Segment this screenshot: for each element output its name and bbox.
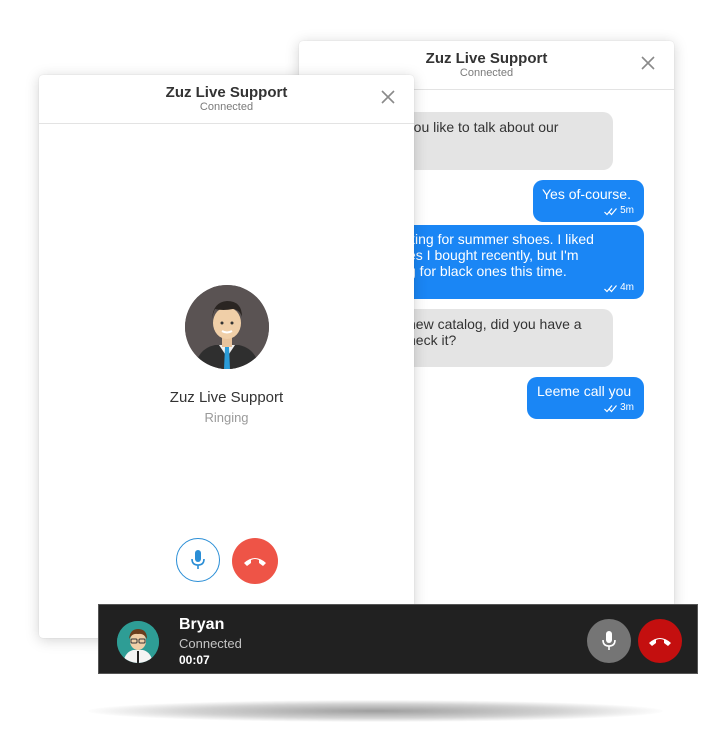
end-call-button[interactable] [232,538,278,584]
message-text: Yes of-course. [542,186,631,202]
microphone-icon [602,631,616,650]
message-text: new catalog, did you have a heck it? [408,316,582,348]
message-line: heck it? [408,332,457,348]
call-title: Zuz Live Support [165,84,288,101]
mute-button[interactable] [176,538,220,582]
caller-avatar [185,285,269,369]
agent-avatar-icon [185,285,269,369]
double-check-icon [604,284,618,292]
message-line: g for black ones this time. [408,263,567,279]
call-status: Connected [199,101,254,113]
message-text: d you like to talk about our [395,119,559,135]
close-icon[interactable] [640,55,656,71]
message-meta: 3m [604,400,634,416]
double-check-icon [604,207,618,215]
close-icon[interactable] [380,89,396,105]
message-meta: 5m [604,203,634,219]
call-header: Zuz Live Support Connected [39,75,414,124]
call-status: Connected [179,636,242,651]
caller-name: Bryan [179,616,225,633]
caller-name: Zuz Live Support [169,389,284,406]
phone-hangup-icon [244,558,266,566]
caller-status: Ringing [204,410,249,425]
message-time: 4m [620,282,634,293]
double-check-icon [604,404,618,412]
message-line: es I bought recently, but I'm [408,247,579,263]
microphone-icon [191,550,205,569]
active-call-bar: Bryan Connected 00:07 [98,604,698,674]
message-line: king for summer shoes. I liked [408,231,594,247]
end-call-button[interactable] [638,619,682,663]
message-line: new catalog, did you have a [408,316,582,332]
message-time: 5m [620,205,634,216]
message-time: 3m [620,402,634,413]
message-text: Leeme call you [537,383,632,399]
message-meta: 4m [604,280,634,296]
user-avatar-icon [117,621,159,663]
message-bubble-outgoing: Yes of-course. 5m [533,180,644,222]
message-bubble-outgoing: Leeme call you 3m [527,377,644,419]
mute-button[interactable] [587,619,631,663]
floor-shadow [88,700,663,722]
message-text: king for summer shoes. I liked es I boug… [408,231,594,279]
phone-hangup-icon [649,638,671,646]
chat-title: Zuz Live Support [425,50,548,67]
call-timer: 00:07 [179,653,210,667]
bryan-avatar [117,621,159,663]
call-window: Zuz Live Support Connected Zuz Live Supp… [39,75,414,638]
